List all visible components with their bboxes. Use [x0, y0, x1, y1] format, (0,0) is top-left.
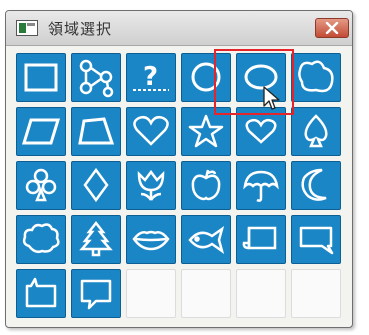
close-button[interactable] [315, 18, 349, 38]
speech-bubble-left-icon [25, 277, 57, 308]
speech-bubble-rect-icon [80, 279, 112, 310]
umbrella-icon [243, 170, 279, 202]
title-bar[interactable]: 領域選択 [6, 11, 352, 46]
shape-irregular-button[interactable] [291, 53, 341, 102]
selection-highlight [214, 49, 294, 115]
question-mark-icon: ? [133, 62, 169, 92]
apple-icon [191, 169, 221, 201]
scroll-banner-icon [242, 226, 277, 250]
shape-rectangle-button[interactable] [16, 53, 66, 102]
shape-trapezoid-button[interactable] [71, 107, 121, 156]
cloud-icon [22, 223, 60, 254]
diamond-icon [83, 167, 109, 203]
area-select-window: 領域選択 ? [5, 10, 353, 328]
shape-heart-button[interactable] [126, 107, 176, 156]
empty-slot [236, 269, 286, 318]
trapezoid-icon [78, 117, 115, 145]
fish-icon [188, 225, 225, 255]
mouse-cursor-icon [263, 86, 280, 110]
shape-scroll-banner-button[interactable] [236, 215, 286, 264]
tree-icon [79, 220, 113, 257]
star-icon [188, 114, 224, 148]
svg-text:?: ? [143, 62, 158, 92]
shape-apple-button[interactable] [181, 161, 231, 210]
shape-fish-button[interactable] [181, 215, 231, 264]
lips-icon [132, 230, 170, 251]
shape-lips-button[interactable] [126, 215, 176, 264]
empty-slot [181, 269, 231, 318]
shape-unknown-button[interactable]: ? [126, 53, 176, 102]
rectangle-icon [24, 63, 58, 92]
shape-diamond-button[interactable] [71, 161, 121, 210]
spade-icon [304, 114, 328, 148]
crescent-moon-icon [301, 168, 327, 201]
close-icon [325, 22, 339, 34]
heart-icon [133, 115, 169, 146]
shape-speech-bubble-left-button[interactable] [16, 269, 66, 318]
shape-cloud-button[interactable] [16, 215, 66, 264]
window-title: 領域選択 [48, 20, 113, 38]
shape-club-button[interactable] [16, 161, 66, 210]
shape-network-button[interactable] [71, 53, 121, 102]
network-icon [79, 59, 114, 98]
shape-crescent-moon-button[interactable] [291, 161, 341, 210]
speech-bubble-right-icon [299, 226, 334, 255]
tulip-icon [137, 169, 165, 201]
shape-tree-button[interactable] [71, 215, 121, 264]
window-app-icon [16, 20, 38, 36]
shape-spade-button[interactable] [291, 107, 341, 156]
heart-small-icon [245, 118, 277, 144]
irregular-shape-icon [298, 60, 334, 93]
shape-speech-bubble-right-button[interactable] [291, 215, 341, 264]
shape-speech-bubble-rect-button[interactable] [71, 269, 121, 318]
club-icon [25, 168, 57, 202]
parallelogram-icon [21, 118, 61, 145]
shape-tulip-button[interactable] [126, 161, 176, 210]
empty-slot [291, 269, 341, 318]
empty-slot [126, 269, 176, 318]
shape-umbrella-button[interactable] [236, 161, 286, 210]
shape-parallelogram-button[interactable] [16, 107, 66, 156]
